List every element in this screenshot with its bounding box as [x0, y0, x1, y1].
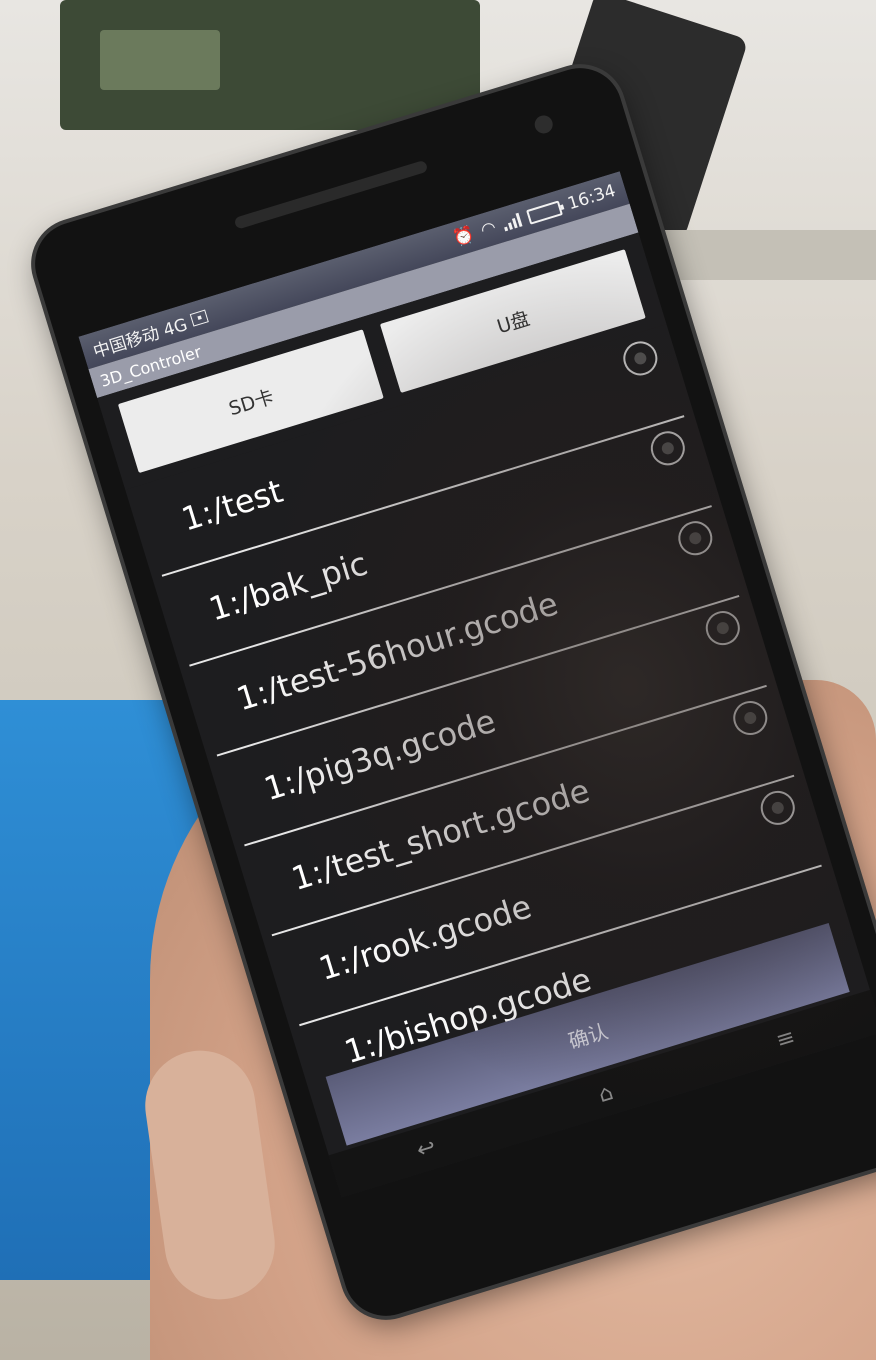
front-camera	[532, 113, 555, 136]
radio-button-icon[interactable]	[619, 337, 662, 380]
radio-button-icon[interactable]	[701, 606, 745, 650]
wifi-icon: ◠	[478, 217, 499, 241]
circuit-board	[60, 0, 480, 130]
earpiece-speaker	[233, 159, 429, 230]
signal-icon	[501, 212, 523, 232]
home-icon[interactable]: ⌂	[595, 1080, 616, 1108]
radio-button-icon[interactable]	[674, 516, 717, 560]
sim-card-icon: ▪	[189, 308, 210, 327]
radio-button-icon[interactable]	[729, 696, 772, 740]
battery-icon	[525, 199, 563, 225]
alarm-icon: ⏰	[450, 224, 477, 250]
file-name: 1:/test	[177, 471, 288, 539]
radio-button-icon[interactable]	[756, 786, 799, 830]
file-name: 1:/bak_pic	[204, 544, 372, 629]
back-icon[interactable]: ↩	[414, 1134, 439, 1163]
radio-button-icon[interactable]	[646, 427, 690, 470]
menu-icon[interactable]: ≡	[773, 1024, 798, 1053]
